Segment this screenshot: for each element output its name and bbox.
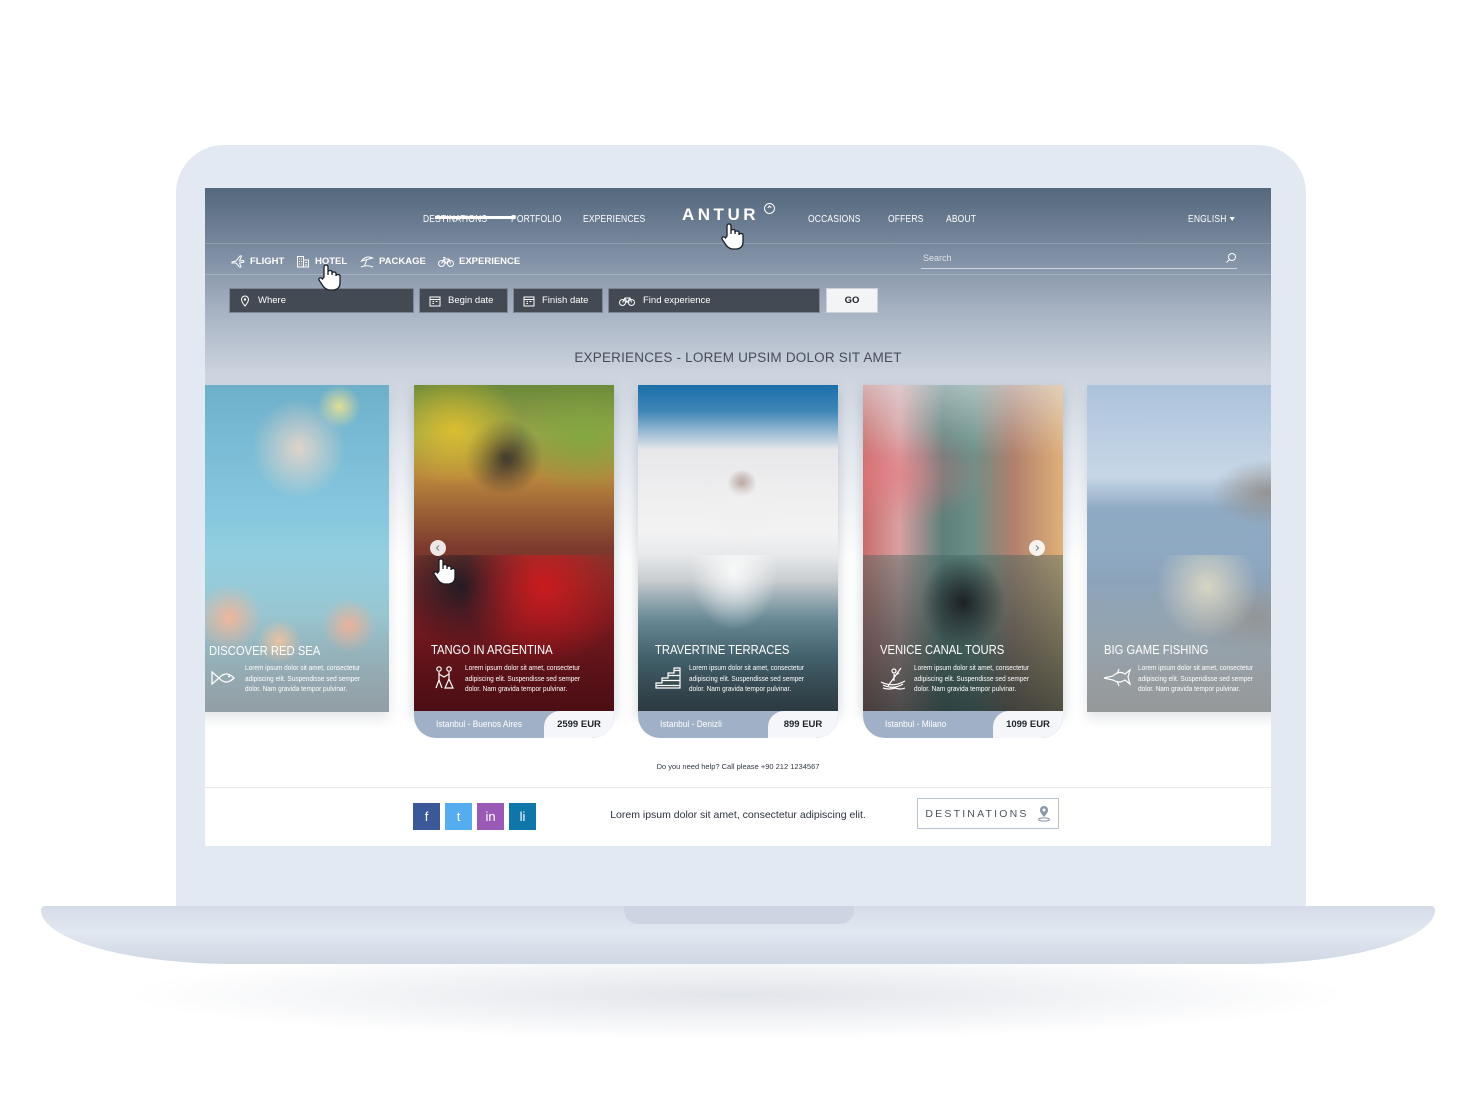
carousel-next-button[interactable] xyxy=(1029,540,1045,556)
card-description: Lorem ipsum dolor sit amet, consectetur … xyxy=(465,663,581,693)
tab-flight[interactable]: FLIGHT xyxy=(231,252,284,270)
card-title: TANGO IN ARGENTINA xyxy=(431,643,553,657)
map-pin-icon xyxy=(1037,806,1050,822)
bicycle-icon xyxy=(438,256,454,267)
tab-flight-label: FLIGHT xyxy=(250,255,285,267)
calendar-icon xyxy=(523,296,535,306)
bicycle-icon xyxy=(619,297,635,306)
hand-cursor-icon xyxy=(721,223,744,250)
find-experience-label: Find experience xyxy=(643,295,711,306)
chevron-right-icon xyxy=(1035,545,1040,551)
beach-umbrella-icon xyxy=(360,256,374,267)
chevron-left-icon xyxy=(435,545,440,551)
footer-divider xyxy=(205,787,1271,788)
finish-date-label: Finish date xyxy=(542,295,589,306)
fish-icon xyxy=(211,670,235,686)
dancers-icon xyxy=(435,666,454,689)
active-tab-indicator xyxy=(435,216,515,219)
plane-icon xyxy=(231,255,245,267)
logo[interactable]: ANTUR xyxy=(682,205,759,225)
go-button[interactable]: GO xyxy=(826,288,878,313)
card-footer-travertine: Istanbul - Denizli 899 EUR xyxy=(638,711,838,738)
hotel-icon xyxy=(297,255,309,267)
card-route: Istanbul - Buenos Aires xyxy=(436,719,522,730)
search-input[interactable]: Search xyxy=(923,253,952,263)
calendar-icon xyxy=(429,296,441,306)
card-title: BIG GAME FISHING xyxy=(1104,643,1209,657)
caret-down-icon xyxy=(1229,217,1236,222)
card-description: Lorem ipsum dolor sit amet, consectetur … xyxy=(689,663,805,693)
card-price[interactable]: 2599 EUR xyxy=(544,711,614,738)
card-route: Istanbul - Denizli xyxy=(660,719,722,730)
language-selector[interactable]: ENGLISH xyxy=(1188,214,1236,225)
card-route: Istanbul - Milano xyxy=(885,719,947,730)
laptop-notch xyxy=(624,906,854,924)
tab-package-label: PACKAGE xyxy=(379,255,426,267)
tab-experience-label: EXPERIENCE xyxy=(459,255,521,267)
logo-arrow-icon xyxy=(764,203,775,214)
nav-offers[interactable]: OFFERS xyxy=(888,214,924,225)
nav-occasions[interactable]: OCCASIONS xyxy=(808,214,861,225)
tab-package[interactable]: PACKAGE xyxy=(360,252,426,270)
experience-card-red-sea[interactable]: DISCOVER RED SEA Lorem ipsum dolor sit a… xyxy=(205,385,389,712)
booking-tabs: FLIGHT HOTEL PACKAGE EXPERIENCE xyxy=(205,248,1271,274)
begin-date-field[interactable]: Begin date xyxy=(419,288,508,313)
language-label: ENGLISH xyxy=(1188,214,1227,225)
card-price[interactable]: 1099 EUR xyxy=(993,711,1063,738)
experience-card-fishing[interactable]: BIG GAME FISHING Lorem ipsum dolor sit a… xyxy=(1087,385,1271,712)
card-description: Lorem ipsum dolor sit amet, consectetur … xyxy=(1138,663,1254,693)
card-description: Lorem ipsum dolor sit amet, consectetur … xyxy=(245,663,361,693)
nav-experiences[interactable]: EXPERIENCES xyxy=(583,214,645,225)
gondola-icon xyxy=(880,667,906,690)
tab-experience[interactable]: EXPERIENCE xyxy=(438,252,520,270)
card-title: VENICE CANAL TOURS xyxy=(880,643,1005,657)
nav-portfolio[interactable]: PORTFOLIO xyxy=(511,214,561,225)
begin-date-label: Begin date xyxy=(448,295,494,306)
section-title: EXPERIENCES - LOREM UPSIM DOLOR SIT AMET xyxy=(574,350,902,365)
location-pin-icon xyxy=(240,295,250,307)
footer-tagline: Lorem ipsum dolor sit amet, consectetur … xyxy=(610,809,866,821)
hand-cursor-icon xyxy=(433,558,456,585)
destinations-label: DESTINATIONS xyxy=(925,807,1029,820)
where-label: Where xyxy=(258,295,286,306)
card-price[interactable]: 899 EUR xyxy=(768,711,838,738)
search-underline xyxy=(921,268,1237,269)
finish-date-field[interactable]: Finish date xyxy=(513,288,603,313)
carousel-prev-button[interactable] xyxy=(430,540,446,556)
card-footer-tango: Istanbul - Buenos Aires 2599 EUR xyxy=(414,711,614,738)
destinations-button[interactable]: DESTINATIONS xyxy=(917,798,1059,829)
card-title: DISCOVER RED SEA xyxy=(209,644,321,658)
help-text: Do you need help? Call please +90 212 12… xyxy=(656,762,820,771)
card-footer-venice: Istanbul - Milano 1099 EUR xyxy=(863,711,1063,738)
card-description: Lorem ipsum dolor sit amet, consectetur … xyxy=(914,663,1030,693)
search-icon[interactable] xyxy=(1225,252,1237,264)
find-experience-field[interactable]: Find experience xyxy=(608,288,820,313)
subnav-divider xyxy=(205,274,1271,275)
website-screen: DESTINATIONS PORTFOLIO EXPERIENCES ANTUR… xyxy=(205,188,1271,846)
nav-about[interactable]: ABOUT xyxy=(946,214,976,225)
card-title: TRAVERTINE TERRACES xyxy=(655,643,790,657)
terraces-icon xyxy=(655,667,681,689)
swordfish-icon xyxy=(1103,668,1131,687)
hand-cursor-icon xyxy=(318,264,341,291)
experience-card-travertine[interactable]: TRAVERTINE TERRACES Lorem ipsum dolor si… xyxy=(638,385,838,711)
